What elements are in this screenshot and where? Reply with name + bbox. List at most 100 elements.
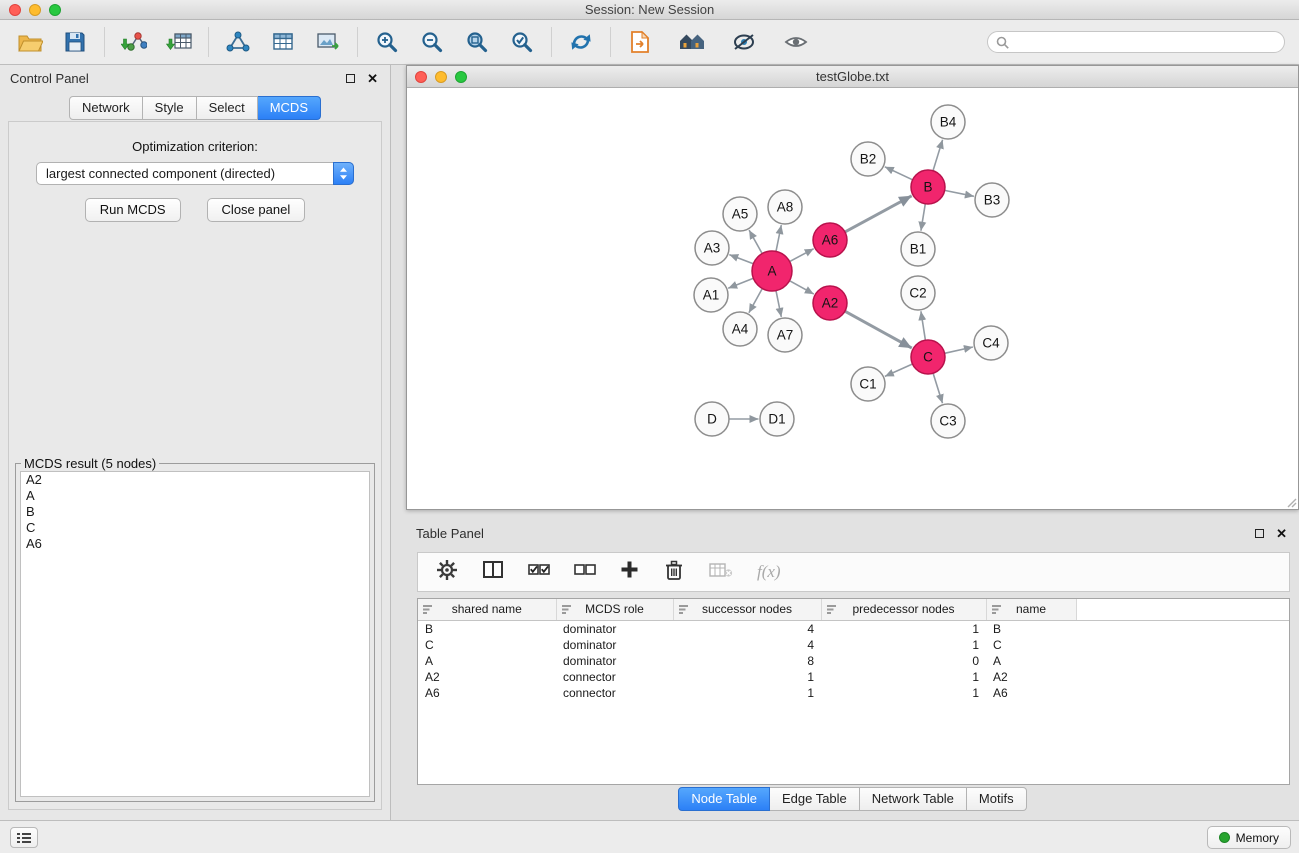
network-canvas[interactable]: B4B2BB3A8A5A6B1A3AC2A1A2A4A7CC4C1C3DD1 [407,89,1298,509]
graph-edge-B-B4[interactable] [933,140,943,171]
close-window-button[interactable] [9,4,21,16]
refresh-view-button[interactable] [565,26,597,58]
graph-node-A4[interactable]: A4 [723,312,757,346]
graph-node-A[interactable]: A [752,251,792,291]
column-header-name[interactable]: name [986,599,1076,620]
table-row[interactable]: Bdominator41B [418,620,1289,637]
result-item[interactable]: A [21,488,369,504]
graph-edge-A-A8[interactable] [776,225,781,251]
close-table-panel-icon[interactable]: ✕ [1276,527,1287,540]
show-hide-button[interactable] [780,26,812,58]
open-session-button[interactable] [14,26,46,58]
fullscreen-window-button[interactable] [49,4,61,16]
graph-node-C2[interactable]: C2 [901,276,935,310]
graph-node-B2[interactable]: B2 [851,142,885,176]
overview-button[interactable] [676,26,708,58]
graph-node-B[interactable]: B [911,170,945,204]
delete-column-button[interactable] [663,559,685,586]
search-input[interactable] [1014,35,1276,49]
graph-node-A1[interactable]: A1 [694,278,728,312]
zoom-selected-button[interactable] [506,26,538,58]
tab-mcds[interactable]: MCDS [258,96,321,120]
table-row[interactable]: Adominator80A [418,653,1289,669]
criterion-dropdown[interactable]: largest connected component (directed) [36,162,354,185]
result-item[interactable]: A6 [21,536,369,552]
resize-grip-icon[interactable] [1285,496,1297,508]
result-item[interactable]: C [21,520,369,536]
tab-node-table[interactable]: Node Table [678,787,770,811]
tab-edge-table[interactable]: Edge Table [770,787,860,811]
table-settings-button[interactable] [436,559,458,586]
network-tools-button[interactable] [222,26,254,58]
graph-edge-A-A1[interactable] [728,278,753,288]
table-row[interactable]: A6connector11A6 [418,685,1289,701]
minimize-window-button[interactable] [29,4,41,16]
function-builder-button[interactable]: f(x) [757,562,781,582]
graph-edge-A2-C[interactable] [845,311,912,348]
table-row[interactable]: Cdominator41C [418,637,1289,653]
graph-node-A7[interactable]: A7 [768,318,802,352]
show-columns-button[interactable] [482,559,504,585]
zoom-out-button[interactable] [416,26,448,58]
export-document-button[interactable] [624,26,656,58]
graph-node-A6[interactable]: A6 [813,223,847,257]
float-panel-icon[interactable] [346,74,355,83]
graph-edge-C-C4[interactable] [945,347,973,353]
column-header-successor-nodes[interactable]: successor nodes [673,599,821,620]
graph-node-C[interactable]: C [911,340,945,374]
tab-network[interactable]: Network [69,96,143,120]
export-image-button[interactable] [312,26,344,58]
graph-edge-C-C2[interactable] [921,311,926,340]
create-column-button[interactable] [620,560,639,584]
graph-node-B1[interactable]: B1 [901,232,935,266]
close-panel-icon[interactable]: ✕ [367,72,378,85]
graph-node-C4[interactable]: C4 [974,326,1008,360]
graph-edge-B-B2[interactable] [885,167,913,180]
delete-table-button[interactable] [709,561,733,584]
zoom-network-window-button[interactable] [455,71,467,83]
memory-button[interactable]: Memory [1207,826,1291,849]
tab-network-table[interactable]: Network Table [860,787,967,811]
graph-edge-A-A4[interactable] [749,289,762,313]
graph-edge-B-B1[interactable] [921,204,925,231]
float-table-panel-icon[interactable] [1255,529,1264,538]
select-all-columns-button[interactable] [528,561,550,583]
column-header-mcds-role[interactable]: MCDS role [556,599,673,620]
graph-edge-C-C3[interactable] [933,373,942,403]
task-history-button[interactable] [10,827,38,848]
result-item[interactable]: B [21,504,369,520]
table-tools-button[interactable] [267,26,299,58]
zoom-fit-button[interactable] [461,26,493,58]
graph-edge-A6-B[interactable] [845,196,912,232]
tab-motifs[interactable]: Motifs [967,787,1027,811]
graph-node-C1[interactable]: C1 [851,367,885,401]
graph-node-A3[interactable]: A3 [695,231,729,265]
zoom-in-button[interactable] [371,26,403,58]
graph-node-B3[interactable]: B3 [975,183,1009,217]
close-panel-button[interactable]: Close panel [207,198,306,222]
tab-select[interactable]: Select [197,96,258,120]
minimize-network-window-button[interactable] [435,71,447,83]
graph-node-A2[interactable]: A2 [813,286,847,320]
graph-edge-A-A3[interactable] [729,255,753,264]
column-header-predecessor-nodes[interactable]: predecessor nodes [821,599,986,620]
import-table-button[interactable] [163,26,195,58]
graph-node-A5[interactable]: A5 [723,197,757,231]
graph-edge-A-A6[interactable] [790,249,814,262]
tab-style[interactable]: Style [143,96,197,120]
import-network-button[interactable] [118,26,150,58]
deselect-all-columns-button[interactable] [574,561,596,583]
graph-node-C3[interactable]: C3 [931,404,965,438]
graph-edge-A-A7[interactable] [776,291,781,317]
graph-node-B4[interactable]: B4 [931,105,965,139]
run-mcds-button[interactable]: Run MCDS [85,198,181,222]
graph-node-A8[interactable]: A8 [768,190,802,224]
column-header-shared-name[interactable]: shared name [418,599,556,620]
graph-edge-C-C1[interactable] [885,364,913,376]
table-row[interactable]: A2connector11A2 [418,669,1289,685]
result-item[interactable]: A2 [21,472,369,488]
graph-edge-B-B3[interactable] [945,190,974,196]
graph-edge-A-A5[interactable] [749,230,762,254]
visual-inspect-button[interactable] [728,26,760,58]
save-session-button[interactable] [59,26,91,58]
